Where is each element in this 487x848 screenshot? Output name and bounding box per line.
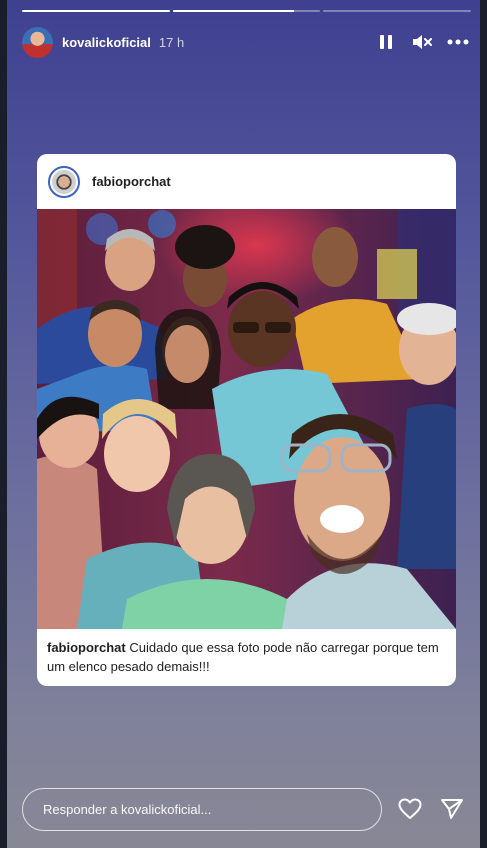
reply-placeholder: Responder a kovalickoficial... — [43, 802, 212, 817]
story-username[interactable]: kovalickoficial — [62, 35, 151, 50]
progress-segment — [323, 10, 472, 12]
story-progress-bar — [22, 10, 472, 12]
progress-fill — [172, 10, 294, 12]
post-author-username[interactable]: fabioporchat — [92, 174, 171, 189]
caption-username[interactable]: fabioporchat — [47, 640, 126, 655]
progress-segment — [172, 10, 321, 12]
post-header: fabioporchat — [37, 154, 456, 209]
right-edge — [480, 0, 487, 848]
heart-icon[interactable] — [397, 796, 423, 822]
avatar[interactable] — [22, 26, 53, 58]
mute-icon[interactable] — [411, 31, 433, 53]
post-caption: fabioporchat Cuidado que essa foto pode … — [47, 638, 446, 676]
left-edge — [0, 0, 7, 848]
progress-segment — [22, 10, 170, 12]
send-icon[interactable] — [439, 796, 465, 822]
story-header: kovalickoficial 17 h — [22, 26, 469, 58]
post-photo[interactable] — [37, 209, 456, 629]
progress-fill — [22, 10, 170, 12]
post-author-avatar[interactable] — [48, 165, 80, 198]
pause-icon[interactable] — [375, 31, 397, 53]
more-icon[interactable] — [447, 31, 469, 53]
story-timestamp: 17 h — [158, 34, 185, 50]
shared-post-card[interactable]: fabioporchat fabioporchat Cuidado que es… — [37, 154, 456, 686]
reply-input[interactable]: Responder a kovalickoficial... — [22, 788, 382, 831]
